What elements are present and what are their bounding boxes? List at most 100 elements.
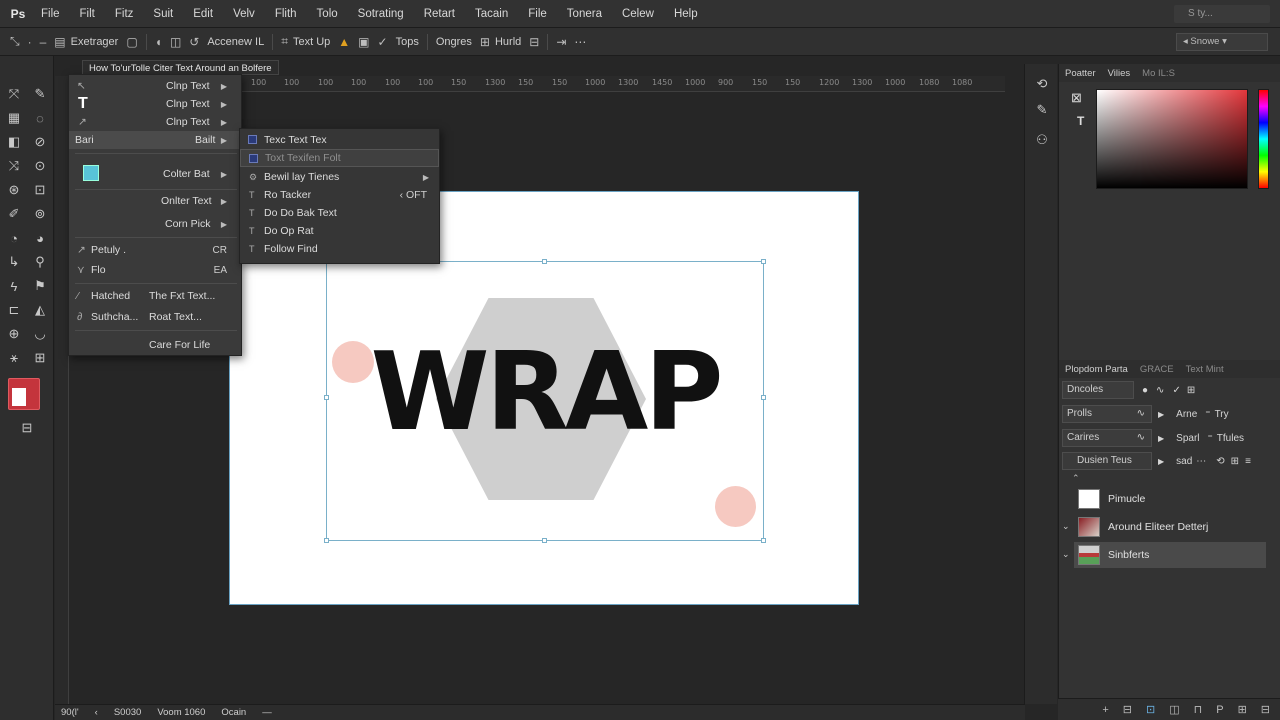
- submenu-item-do-do-bak[interactable]: T Do Do Bak Text: [240, 204, 439, 222]
- user-icon[interactable]: ⚇: [1033, 132, 1051, 150]
- background-color-swatch[interactable]: [12, 388, 26, 406]
- brush-tool-icon[interactable]: ✐: [3, 204, 25, 224]
- menu-filt[interactable]: Filt: [70, 0, 105, 28]
- brush-settings-icon[interactable]: ✎: [1033, 102, 1051, 120]
- document-tab[interactable]: How To'urTolle Citer Text Around an Bolf…: [82, 60, 279, 75]
- warning-icon[interactable]: ▲: [338, 35, 350, 49]
- menu-velv[interactable]: Velv: [223, 0, 265, 28]
- menu-item-clnp-text-2[interactable]: T Clnp Text ▶: [69, 95, 241, 113]
- lasso-tool-icon[interactable]: ◌: [29, 108, 51, 128]
- menu-item-suthcha[interactable]: ∂ Suthcha... Roat Text...: [69, 308, 241, 326]
- submenu-item-do-op-rat[interactable]: T Do Op Rat: [240, 222, 439, 240]
- menu-item-onlter-text[interactable]: Onlter Text ▶: [69, 192, 241, 210]
- chevron-right-icon[interactable]: ▶: [1158, 434, 1164, 443]
- check-icon[interactable]: ✓: [378, 35, 388, 49]
- grid-icon[interactable]: ⊞: [1187, 385, 1195, 396]
- gear-tool-icon[interactable]: ⊞: [29, 348, 51, 368]
- menu-item-clnp-text-3[interactable]: ↗ Clnp Text ▶: [69, 113, 241, 131]
- menu-item-clnp-text[interactable]: ↖ Clnp Text ▶: [69, 77, 241, 95]
- bars-icon[interactable]: ≡: [1245, 456, 1251, 467]
- rotate-icon[interactable]: ⟲: [1216, 456, 1224, 467]
- lock-icon[interactable]: ⊟: [529, 35, 539, 49]
- chevron-down-icon[interactable]: ⌄: [1062, 549, 1070, 560]
- add-icon[interactable]: +: [1102, 704, 1108, 716]
- healing-tool-icon[interactable]: ⊛: [3, 180, 25, 200]
- adjust-icon[interactable]: ⊞: [1238, 703, 1247, 716]
- type-tool-icon[interactable]: T: [1077, 114, 1084, 128]
- rotate-icon[interactable]: ↺: [189, 35, 199, 49]
- eyedropper-tool-icon[interactable]: ⊘: [29, 132, 51, 152]
- menu-item-care-for-life[interactable]: Care For Life: [69, 336, 241, 354]
- dodge-tool-icon[interactable]: ◔: [3, 228, 25, 248]
- dusien-teus-field[interactable]: Dusien Teus: [1062, 452, 1152, 470]
- option-exetrager[interactable]: ▤ Exetrager: [54, 35, 118, 49]
- menu-item-bari[interactable]: Bari Bailt ▶: [69, 131, 241, 149]
- search-input[interactable]: S ty...: [1174, 5, 1270, 23]
- hue-slider[interactable]: [1258, 89, 1269, 189]
- menu-help[interactable]: Help: [664, 0, 708, 28]
- transform-handle[interactable]: [761, 259, 766, 264]
- tab-poatter[interactable]: Poatter: [1065, 68, 1096, 79]
- transform-handle[interactable]: [542, 538, 547, 543]
- pen-tool-icon[interactable]: ✎: [29, 84, 51, 104]
- save-icon[interactable]: ▣: [358, 35, 369, 49]
- layer-row[interactable]: Around Eliteer Detterj: [1074, 514, 1266, 540]
- grid-icon[interactable]: ⊞: [1231, 456, 1239, 467]
- submenu-item-follow-find[interactable]: T Follow Find: [240, 240, 439, 258]
- chevron-right-icon[interactable]: ▶: [1158, 410, 1164, 419]
- tfules-label[interactable]: Tfules: [1217, 433, 1244, 444]
- slice-tool-icon[interactable]: ⤨: [3, 156, 25, 176]
- zoom-glass-icon[interactable]: ⊕: [3, 324, 25, 344]
- option-accenew[interactable]: Accenew IL: [207, 36, 264, 48]
- menu-tacain[interactable]: Tacain: [465, 0, 518, 28]
- marquee-tool-icon[interactable]: ▦: [3, 108, 25, 128]
- transform-handle[interactable]: [542, 259, 547, 264]
- submenu-item-texc-text[interactable]: Texc Text Tex: [240, 131, 439, 149]
- key-tool-icon[interactable]: ⚲: [29, 252, 51, 272]
- transform-bounding-box[interactable]: [326, 261, 764, 541]
- tab-text-mint[interactable]: Text Mint: [1186, 364, 1224, 375]
- curve-tool-icon[interactable]: ◡: [29, 324, 51, 344]
- history-icon[interactable]: ⟲: [1033, 76, 1051, 94]
- move-tool-icon[interactable]: ⤡: [10, 34, 20, 49]
- layer-row[interactable]: Sinbferts: [1074, 542, 1266, 568]
- menu-celew[interactable]: Celew: [612, 0, 664, 28]
- dot-icon[interactable]: ●: [1142, 385, 1148, 396]
- link-icon[interactable]: ∿: [1156, 385, 1164, 396]
- chevron-right-icon[interactable]: ▶: [1158, 457, 1164, 466]
- brush-icon[interactable]: ◖: [155, 35, 162, 49]
- move-tool-icon[interactable]: ⤧: [3, 84, 25, 104]
- workspace-select[interactable]: ◂ Snowe ▾: [1176, 33, 1268, 51]
- menu-item-corn-pick[interactable]: Corn Pick ▶: [69, 215, 241, 233]
- carires-field[interactable]: Carires ∿: [1062, 429, 1152, 447]
- minus-icon[interactable]: –: [40, 35, 47, 49]
- trash-icon[interactable]: ⊟: [1261, 703, 1270, 716]
- wand-tool-icon[interactable]: ⚹: [3, 348, 25, 368]
- check-icon[interactable]: ✓: [1172, 385, 1180, 396]
- menu-sotrating[interactable]: Sotrating: [348, 0, 414, 28]
- arrow-right-icon[interactable]: ⇥: [556, 35, 566, 49]
- tab-vilies[interactable]: Vilies: [1108, 68, 1131, 79]
- arne-label[interactable]: Arne: [1176, 409, 1197, 420]
- tab-grace[interactable]: GRACE: [1140, 364, 1174, 375]
- clone-tool-icon[interactable]: ⊡: [29, 180, 51, 200]
- option-hurld[interactable]: ⊞ Hurld: [480, 35, 521, 49]
- bucket-tool-icon[interactable]: ⊚: [29, 204, 51, 224]
- sad-label[interactable]: sad: [1176, 456, 1192, 467]
- pin-icon[interactable]: P: [1216, 704, 1223, 716]
- transform-handle[interactable]: [324, 395, 329, 400]
- hand-tool-icon[interactable]: ◭: [29, 300, 51, 320]
- pin-tool-icon[interactable]: ⚑: [29, 276, 51, 296]
- mask-icon[interactable]: ◫: [1169, 703, 1179, 716]
- menu-tolo[interactable]: Tolo: [307, 0, 348, 28]
- transform-handle[interactable]: [761, 538, 766, 543]
- more-icon[interactable]: ⋯: [1196, 456, 1206, 467]
- minus-icon[interactable]: —: [262, 707, 272, 718]
- lightning-tool-icon[interactable]: ϟ: [3, 276, 25, 296]
- option-tops[interactable]: Tops: [396, 36, 419, 48]
- collapse-icon[interactable]: ⌃: [1072, 473, 1080, 484]
- menu-fitz[interactable]: Fitz: [105, 0, 144, 28]
- frame-icon[interactable]: ⊡: [1146, 703, 1155, 716]
- chevron-down-icon[interactable]: ·: [28, 35, 32, 49]
- color-swap-icon[interactable]: ⊠: [1071, 90, 1089, 108]
